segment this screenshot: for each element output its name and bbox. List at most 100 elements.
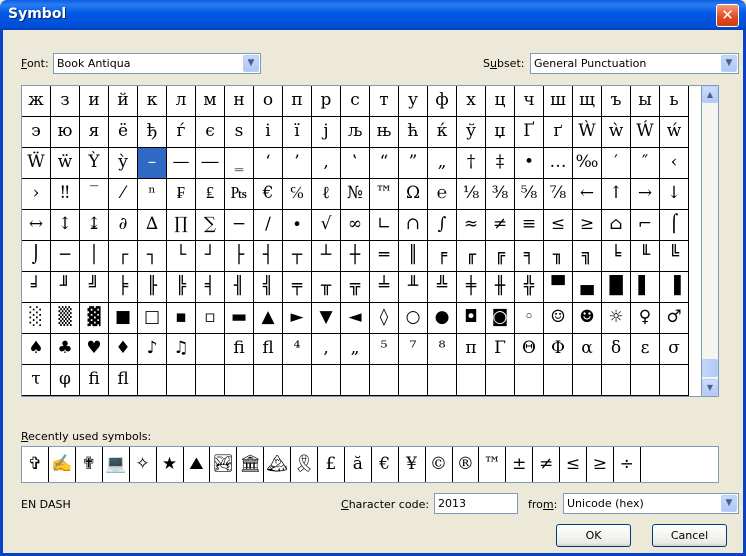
symbol-cell[interactable]: ○ <box>399 303 428 334</box>
symbol-cell[interactable]: щ <box>573 86 602 117</box>
symbol-cell[interactable]: з <box>51 86 80 117</box>
from-select[interactable]: Unicode (hex) ▼ <box>563 493 739 514</box>
symbol-cell[interactable]: ё <box>109 117 138 148</box>
symbol-cell[interactable]: ╗ <box>573 241 602 272</box>
symbol-cell[interactable]: ∂ <box>109 210 138 241</box>
symbol-cell[interactable]: ◦ <box>515 303 544 334</box>
recent-symbol-cell[interactable]: ✟ <box>76 447 103 482</box>
symbol-cell[interactable]: ■ <box>109 303 138 334</box>
symbol-cell[interactable]: ↕ <box>51 210 80 241</box>
symbol-cell[interactable]: ⅜ <box>486 179 515 210</box>
symbol-cell[interactable]: ш <box>544 86 573 117</box>
symbol-cell[interactable]: ╬ <box>515 272 544 303</box>
chevron-down-icon[interactable]: ▼ <box>721 55 737 72</box>
symbol-cell[interactable]: њ <box>370 117 399 148</box>
symbol-cell[interactable] <box>254 365 283 396</box>
symbol-cell[interactable]: э <box>22 117 51 148</box>
recent-symbol-cell[interactable]: ✧ <box>130 447 157 482</box>
symbol-cell[interactable]: √ <box>312 210 341 241</box>
symbol-cell[interactable]: ┼ <box>341 241 370 272</box>
recent-symbol-cell[interactable]: ⛰ <box>183 447 211 482</box>
symbol-cell[interactable]: ▐ <box>660 272 689 303</box>
symbol-cell[interactable]: ⁄ <box>109 179 138 210</box>
symbol-cell[interactable] <box>602 365 631 396</box>
symbol-cell[interactable]: ℓ <box>312 179 341 210</box>
symbol-cell[interactable]: σ <box>660 334 689 365</box>
recent-symbol-cell[interactable]: £ <box>318 447 345 482</box>
symbol-cell[interactable]: ▌ <box>631 272 660 303</box>
close-icon[interactable]: ✕ <box>716 4 739 27</box>
symbol-cell[interactable]: ╟ <box>138 272 167 303</box>
symbol-cell[interactable]: ⅝ <box>515 179 544 210</box>
symbol-cell[interactable]: ẅ <box>51 148 80 179</box>
symbol-cell[interactable]: и <box>80 86 109 117</box>
recent-symbol-cell[interactable]: 🎗 <box>291 447 318 482</box>
symbol-cell[interactable]: ╡ <box>196 272 225 303</box>
symbol-cell[interactable]: ‼ <box>51 179 80 210</box>
symbol-cell[interactable] <box>515 365 544 396</box>
symbol-cell[interactable]: ∆ <box>138 210 167 241</box>
symbol-cell[interactable]: Γ <box>486 334 515 365</box>
symbol-cell[interactable]: ь <box>660 86 689 117</box>
symbol-cell[interactable]: │ <box>80 241 109 272</box>
symbol-cell[interactable]: ” <box>399 148 428 179</box>
symbol-cell[interactable] <box>196 365 225 396</box>
symbol-cell[interactable]: α <box>573 334 602 365</box>
symbol-cell[interactable]: т <box>370 86 399 117</box>
symbol-cell[interactable]: ‡ <box>486 148 515 179</box>
recent-symbol-cell[interactable]: © <box>426 447 453 482</box>
symbol-cell[interactable]: ╔ <box>486 241 515 272</box>
symbol-cell[interactable] <box>196 334 225 365</box>
symbol-cell[interactable]: • <box>515 148 544 179</box>
symbol-cell[interactable]: ∫ <box>428 210 457 241</box>
scroll-thumb[interactable] <box>702 359 718 377</box>
symbol-cell[interactable]: ≥ <box>573 210 602 241</box>
symbol-cell[interactable]: ℮ <box>428 179 457 210</box>
symbol-cell[interactable]: Ỳ <box>80 148 109 179</box>
symbol-cell[interactable]: fl <box>254 334 283 365</box>
symbol-cell[interactable]: Ẅ <box>22 148 51 179</box>
font-select[interactable]: Book Antiqua ▼ <box>53 53 261 74</box>
symbol-cell[interactable]: ‛ <box>341 148 370 179</box>
grid-scrollbar[interactable]: ▲ ▼ <box>702 85 719 397</box>
symbol-cell[interactable]: ⁴ <box>283 334 312 365</box>
symbol-cell[interactable]: ∟ <box>370 210 399 241</box>
symbol-cell[interactable]: ≤ <box>544 210 573 241</box>
symbol-cell[interactable]: ╜ <box>51 272 80 303</box>
symbol-cell[interactable]: ╓ <box>457 241 486 272</box>
symbol-cell[interactable]: ж <box>22 86 51 117</box>
symbol-cell[interactable]: ‰ <box>573 148 602 179</box>
cancel-button[interactable]: Cancel <box>652 524 727 547</box>
symbol-cell[interactable]: − <box>225 210 254 241</box>
symbol-cell[interactable]: ⌡ <box>22 241 51 272</box>
symbol-cell[interactable] <box>428 365 457 396</box>
symbol-cell[interactable]: ’ <box>283 148 312 179</box>
recent-symbol-cell[interactable]: ≥ <box>587 447 614 482</box>
symbol-cell[interactable] <box>457 365 486 396</box>
symbol-cell[interactable]: ☻ <box>573 303 602 334</box>
symbol-cell[interactable]: ≡ <box>515 210 544 241</box>
symbol-cell[interactable]: ─ <box>51 241 80 272</box>
symbol-cell[interactable]: ♣ <box>51 334 80 365</box>
symbol-cell[interactable]: ‚ <box>312 334 341 365</box>
symbol-cell[interactable]: Θ <box>515 334 544 365</box>
symbol-cell[interactable]: ╛ <box>22 272 51 303</box>
symbol-cell[interactable]: ▄ <box>573 272 602 303</box>
symbol-cell[interactable]: ю <box>51 117 80 148</box>
symbol-cell[interactable]: ε <box>631 334 660 365</box>
symbol-cell[interactable]: ╝ <box>80 272 109 303</box>
symbol-cell[interactable]: — <box>167 148 196 179</box>
symbol-cell[interactable]: ђ <box>138 117 167 148</box>
symbol-cell[interactable] <box>138 365 167 396</box>
chevron-down-icon[interactable]: ▼ <box>243 55 259 72</box>
symbol-cell[interactable]: ♦ <box>109 334 138 365</box>
symbol-cell[interactable]: ф <box>428 86 457 117</box>
symbol-cell[interactable] <box>283 365 312 396</box>
symbol-cell[interactable]: ● <box>428 303 457 334</box>
symbol-cell[interactable] <box>486 365 515 396</box>
symbol-cell[interactable]: ⅛ <box>457 179 486 210</box>
symbol-cell[interactable]: ♥ <box>80 334 109 365</box>
symbol-cell[interactable]: я <box>80 117 109 148</box>
symbol-cell[interactable] <box>312 365 341 396</box>
symbol-cell[interactable]: о <box>254 86 283 117</box>
